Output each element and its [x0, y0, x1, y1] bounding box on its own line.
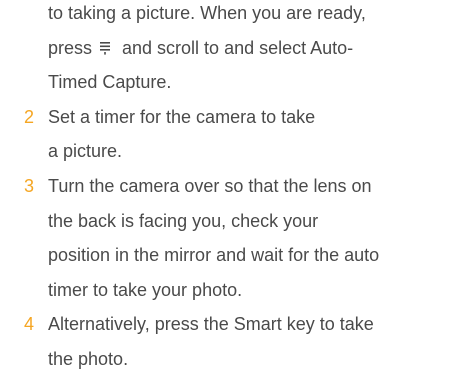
- step-3-line-3: position in the mirror and wait for the …: [48, 245, 380, 266]
- step-number-3: 3: [24, 176, 35, 196]
- step-2-line-1: Set a timer for the camera to take: [48, 106, 316, 127]
- intro-line-1: to taking a picture. When you are ready,: [48, 3, 366, 23]
- step-number-2: 2: [24, 106, 35, 127]
- step-2-line-2: a picture.: [48, 141, 123, 162]
- intro-line-3: Timed Capture.: [48, 72, 172, 93]
- intro-line-2-after: and scroll to and select Auto-: [122, 37, 354, 58]
- step-number-4: 4: [24, 314, 35, 335]
- intro-line-2-before: press: [48, 37, 93, 58]
- menu-icon: [98, 38, 112, 55]
- step-3-line-1: Turn the camera over so that the lens on: [48, 176, 372, 196]
- step-4-line-2: the photo.: [48, 349, 129, 369]
- manual-page: to taking a picture. When you are ready,…: [0, 0, 458, 384]
- intro-line-2: press and scroll to and select Auto-: [48, 37, 353, 59]
- step-4-line-1: Alternatively, press the Smart key to ta…: [48, 314, 374, 335]
- step-3-line-4: timer to take your photo.: [48, 279, 243, 300]
- step-3-line-2: the back is facing you, check your: [48, 210, 319, 231]
